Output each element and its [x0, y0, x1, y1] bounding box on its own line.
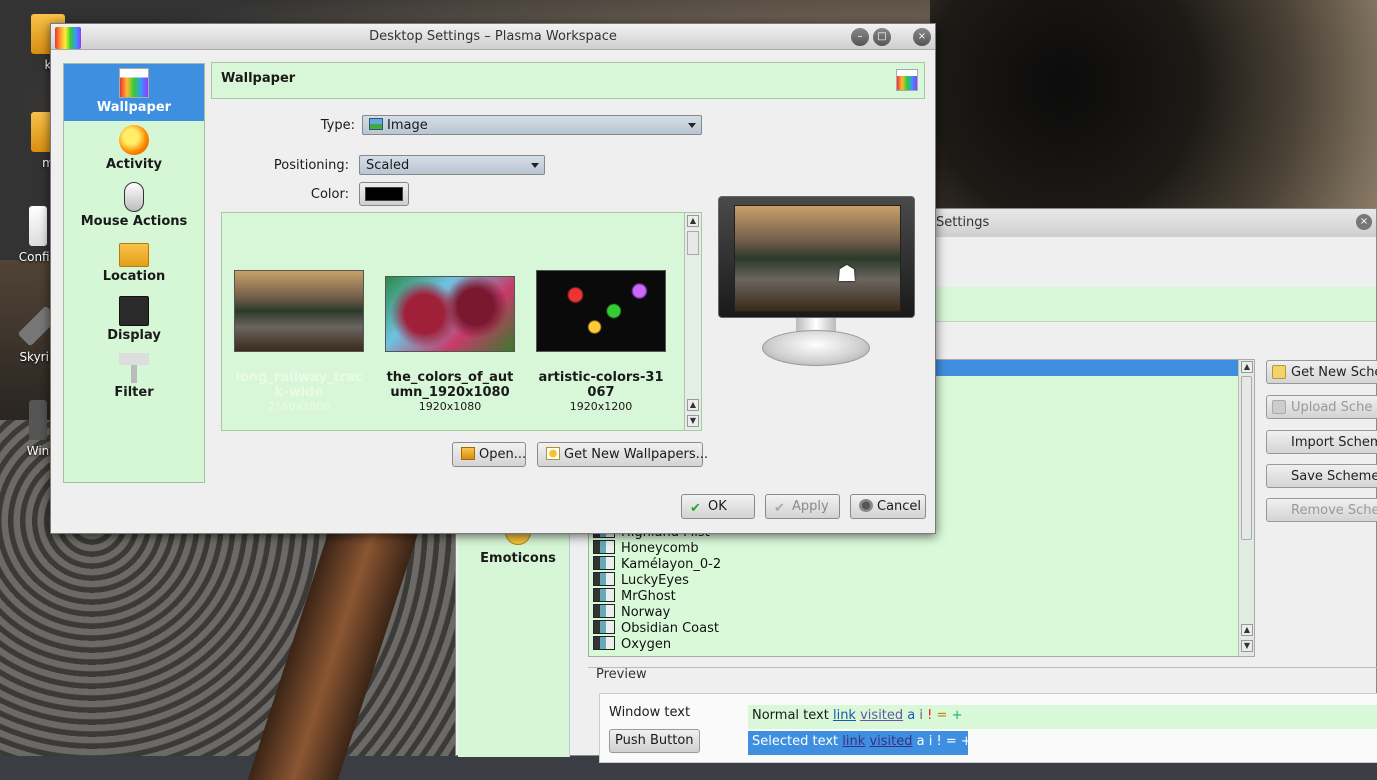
- sidebar-item-mouse-actions[interactable]: Mouse Actions: [64, 178, 204, 235]
- positioning-select[interactable]: Scaled: [359, 155, 545, 175]
- preview-label: Preview: [596, 667, 647, 682]
- type-select[interactable]: Image: [362, 115, 702, 135]
- page-title: Wallpaper: [221, 71, 296, 86]
- scheme-list-scrollbar[interactable]: ▲ ▲ ▼: [1238, 360, 1254, 656]
- wallpaper-preview-image: [536, 270, 666, 352]
- open-button[interactable]: Open...: [452, 442, 526, 467]
- list-item[interactable]: Norway: [593, 604, 670, 620]
- cancel-icon: [859, 499, 873, 512]
- list-item[interactable]: LuckyEyes: [593, 572, 689, 588]
- wallpaper-monitor-preview: [718, 196, 915, 318]
- display-icon: [119, 296, 149, 326]
- gallery-scrollbar[interactable]: ▲ ▲ ▼: [684, 213, 701, 430]
- preview-normal-row: Normal text link visited a i ! = +: [748, 705, 1377, 729]
- star-icon: [546, 447, 560, 460]
- scroll-up-icon[interactable]: ▲: [1241, 361, 1253, 373]
- preview-selected-visited[interactable]: visited: [869, 734, 912, 749]
- star-icon: [1272, 365, 1286, 379]
- list-item[interactable]: Kamélayon_0-2: [593, 556, 721, 572]
- dialog-title: Desktop Settings – Plasma Workspace: [369, 29, 617, 44]
- check-icon: ✔: [774, 501, 785, 516]
- page-header: Wallpaper: [211, 62, 925, 99]
- type-label: Type:: [320, 118, 355, 133]
- settings-sidebar: Wallpaper Activity Mouse Actions Locatio…: [63, 63, 205, 483]
- wallpaper-thumb[interactable]: the_colors_of_autumn_1920x1080 1920x1080: [385, 270, 515, 413]
- wallpaper-thumb[interactable]: artistic-colors-31067 1920x1200: [536, 270, 666, 413]
- get-new-schemes-button[interactable]: Get New Sche: [1266, 360, 1377, 384]
- scroll-up-icon[interactable]: ▲: [687, 399, 699, 411]
- scheme-swatch-icon: [593, 556, 615, 570]
- wallpaper-preview-image: [234, 270, 364, 352]
- check-icon: ✔: [690, 501, 701, 516]
- list-item[interactable]: Obsidian Coast: [593, 620, 719, 636]
- back-window-title: Settings: [936, 215, 990, 230]
- positioning-label: Positioning:: [273, 158, 349, 173]
- cancel-button[interactable]: Cancel: [850, 494, 926, 519]
- back-window-header: [936, 287, 1376, 322]
- wallpaper-preview-image: [385, 276, 515, 352]
- ok-button[interactable]: ✔ OK: [681, 494, 755, 519]
- sidebar-item-activity[interactable]: Activity: [64, 121, 204, 178]
- scheme-swatch-icon: [593, 636, 615, 650]
- desktop-settings-dialog: Desktop Settings – Plasma Workspace – □ …: [50, 23, 936, 534]
- chevron-down-icon: [688, 123, 696, 128]
- scheme-swatch-icon: [593, 588, 615, 602]
- preview-visited[interactable]: visited: [860, 708, 903, 723]
- wallpaper-icon: [896, 69, 918, 91]
- list-item[interactable]: Honeycomb: [593, 540, 699, 556]
- scroll-up-icon[interactable]: ▲: [1241, 624, 1253, 636]
- scheme-swatch-icon: [593, 572, 615, 586]
- remove-scheme-button[interactable]: Remove Schem: [1266, 498, 1377, 522]
- apply-button[interactable]: ✔ Apply: [765, 494, 840, 519]
- scheme-swatch-icon: [593, 604, 615, 618]
- color-picker-button[interactable]: [359, 182, 409, 206]
- scrollbar-thumb[interactable]: [1241, 376, 1252, 540]
- scheme-swatch-icon: [593, 540, 615, 554]
- list-item[interactable]: Oxygen: [593, 636, 671, 652]
- filter-icon: [119, 353, 149, 383]
- preview-push-button[interactable]: Push Button: [609, 729, 700, 753]
- sidebar-item-filter[interactable]: Filter: [64, 349, 204, 406]
- monitor-base: [762, 330, 870, 366]
- folder-icon: [119, 243, 149, 267]
- preview-link[interactable]: link: [833, 708, 856, 723]
- chevron-down-icon: [531, 163, 539, 168]
- wallpaper-gallery[interactable]: long_railway_track-wide 2560x1600 the_co…: [221, 212, 702, 431]
- sidebar-item-display[interactable]: Display: [64, 292, 204, 349]
- dialog-titlebar[interactable]: Desktop Settings – Plasma Workspace – □ …: [51, 24, 935, 50]
- scrollbar-thumb[interactable]: [687, 231, 699, 255]
- preview-window-text: Window text: [609, 705, 691, 720]
- color-label: Color:: [310, 187, 349, 202]
- window-icon: [29, 400, 47, 440]
- wallpaper-icon: [119, 68, 149, 98]
- scroll-down-icon[interactable]: ▼: [1241, 640, 1253, 652]
- close-icon[interactable]: ×: [913, 28, 931, 46]
- mouse-cursor-icon: ☗: [837, 262, 857, 287]
- sidebar-item-wallpaper[interactable]: Wallpaper: [64, 64, 204, 121]
- config-icon: [29, 206, 47, 246]
- minimize-icon[interactable]: –: [851, 28, 869, 46]
- preview-selected-row: Selected text link visited a i ! = +: [748, 731, 972, 755]
- image-icon: [369, 118, 383, 130]
- upload-icon: [1272, 400, 1286, 414]
- close-icon[interactable]: ×: [1356, 214, 1372, 230]
- scroll-down-icon[interactable]: ▼: [687, 415, 699, 427]
- maximize-icon[interactable]: □: [873, 28, 891, 46]
- folder-open-icon: [461, 447, 475, 460]
- save-scheme-button[interactable]: Save Scheme: [1266, 464, 1377, 488]
- wallpaper-trees: [930, 0, 1377, 210]
- get-new-wallpapers-button[interactable]: Get New Wallpapers...: [537, 442, 708, 467]
- sidebar-item-location[interactable]: Location: [64, 235, 204, 292]
- list-item[interactable]: MrGhost: [593, 588, 676, 604]
- wallpaper-thumb[interactable]: long_railway_track-wide 2560x1600: [234, 270, 364, 413]
- monitor-screen: [734, 205, 901, 312]
- upload-scheme-button[interactable]: Upload Sche: [1266, 395, 1377, 419]
- import-scheme-button[interactable]: Import Schem: [1266, 430, 1377, 454]
- mouse-icon: [124, 182, 144, 212]
- preview-selected-link[interactable]: link: [842, 734, 865, 749]
- scroll-up-icon[interactable]: ▲: [687, 215, 699, 227]
- scheme-swatch-icon: [593, 620, 615, 634]
- activity-icon: [119, 125, 149, 155]
- color-swatch: [365, 187, 403, 201]
